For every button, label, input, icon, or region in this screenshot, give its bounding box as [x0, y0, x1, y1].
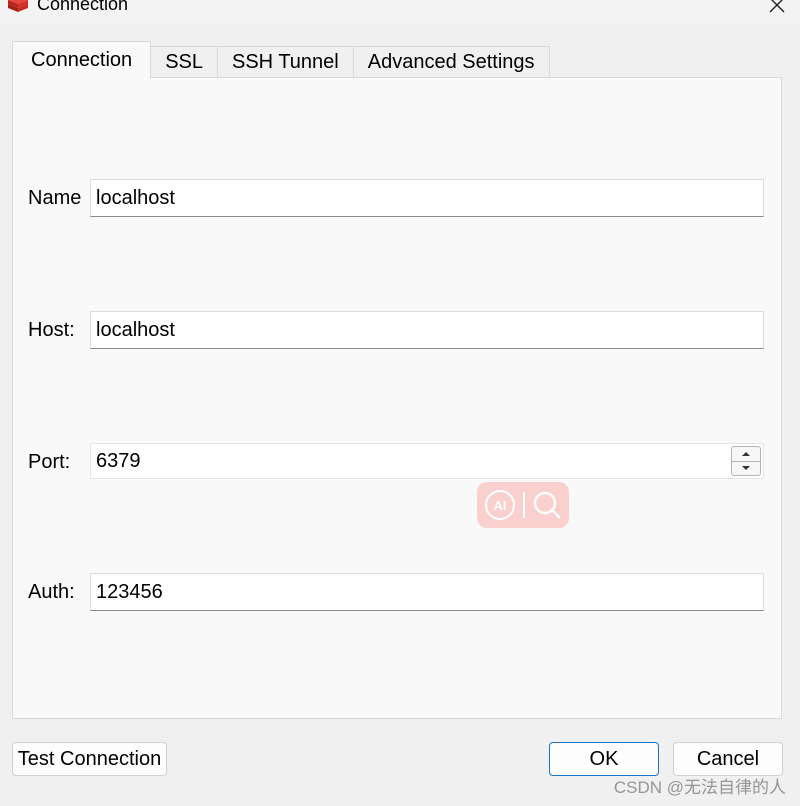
search-icon [533, 491, 561, 519]
port-spinbox [90, 443, 764, 479]
connection-dialog: Connection Connection SSL SSH Tunnel Adv… [0, 0, 800, 806]
ok-button[interactable]: OK [549, 742, 659, 776]
window-title: Connection [37, 0, 129, 14]
tab-ssh-tunnel[interactable]: SSH Tunnel [217, 46, 354, 78]
divider-icon [523, 492, 525, 518]
auth-input[interactable] [90, 573, 764, 611]
port-increment-button[interactable] [732, 447, 760, 462]
connection-panel [12, 77, 782, 719]
close-icon [769, 0, 785, 13]
host-input[interactable] [90, 311, 764, 349]
port-decrement-button[interactable] [732, 462, 760, 476]
host-label: Host: [28, 319, 75, 341]
redis-icon [6, 0, 30, 12]
auth-label: Auth: [28, 581, 75, 603]
close-button[interactable] [754, 0, 800, 20]
ai-assistant-overlay[interactable]: AI [477, 482, 569, 528]
ai-icon: AI [485, 490, 515, 520]
port-input[interactable] [91, 444, 731, 478]
tab-advanced-settings[interactable]: Advanced Settings [352, 46, 550, 78]
title-bar: Connection [0, 0, 800, 24]
cancel-button[interactable]: Cancel [673, 742, 783, 776]
ai-icon-label: AI [494, 498, 507, 513]
port-label: Port: [28, 451, 71, 473]
tab-bar: Connection SSL SSH Tunnel Advanced Setti… [12, 41, 550, 78]
csdn-watermark: CSDN @无法自律的人 [613, 778, 786, 797]
name-input[interactable] [90, 179, 764, 217]
chevron-up-icon [742, 451, 750, 456]
test-connection-button[interactable]: Test Connection [12, 742, 167, 776]
tab-connection[interactable]: Connection [12, 41, 152, 78]
tab-ssl[interactable]: SSL [150, 46, 218, 78]
chevron-down-icon [742, 466, 750, 471]
name-label: Name [28, 187, 82, 209]
port-spinner [731, 446, 761, 476]
